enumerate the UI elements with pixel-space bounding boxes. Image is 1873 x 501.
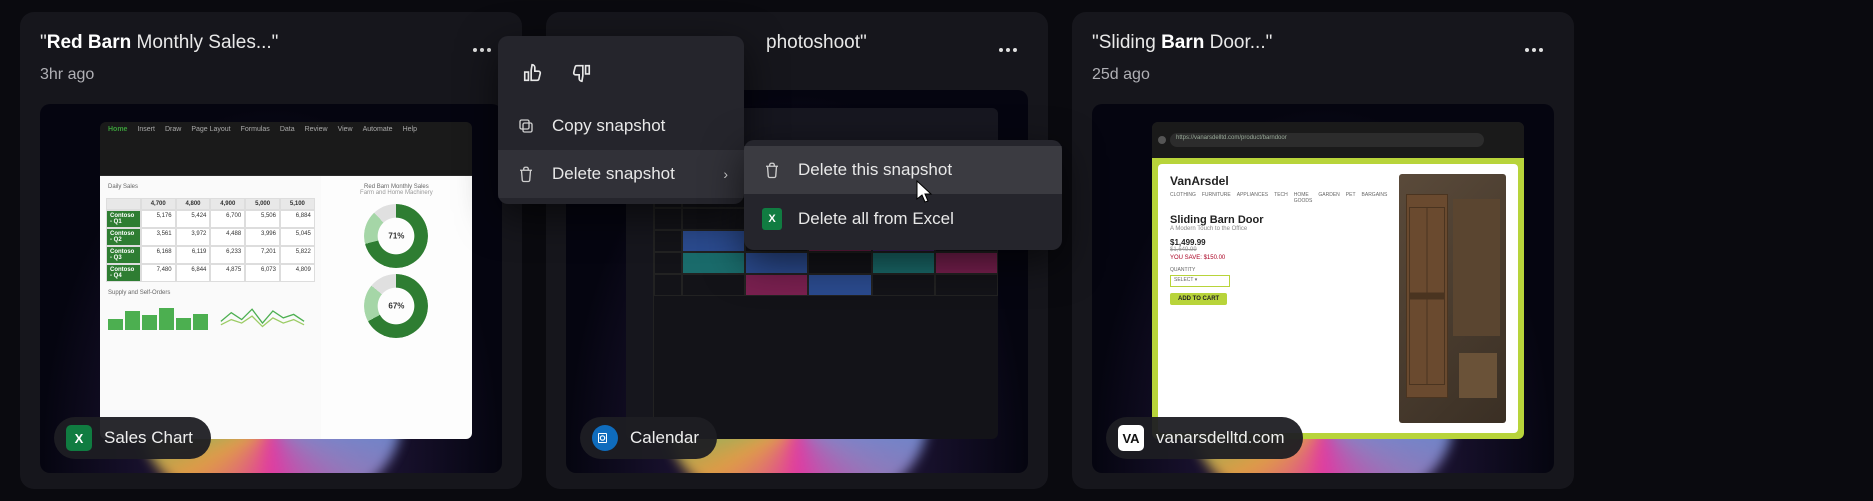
add-to-cart: ADD TO CART [1170,293,1227,305]
title-block: "Red Barn Monthly Sales..." 3hr ago [40,30,278,84]
more-icon [999,48,1017,52]
menu-label: Copy snapshot [552,116,665,136]
thumbs-down-button[interactable] [564,56,598,90]
card-title: "Red Barn Monthly Sales..." [40,30,278,56]
excel-window-mock: HomeInsertDrawPage LayoutFormulasDataRev… [100,122,472,439]
title-pre: " [40,32,47,53]
excel-icon: X [66,425,92,451]
save-badge: YOU SAVE: $150.00 [1170,255,1387,261]
menu-label: Delete all from Excel [798,209,954,229]
excel-ribbon: HomeInsertDrawPage LayoutFormulasDataRev… [100,122,472,176]
menu-item-copy-snapshot[interactable]: Copy snapshot [498,102,744,150]
submenu-item-delete-all-excel[interactable]: X Delete all from Excel [744,194,1062,244]
title-post: photoshoot" [766,32,867,53]
section-title: Daily Sales [106,182,315,192]
snapshot-thumbnail[interactable]: https://vanarsdelltd.com/product/barndoo… [1092,104,1554,473]
excel-table: 4,7004,8004,9005,0005,100 Contoso - Q15,… [106,198,315,282]
menu-label: Delete snapshot [552,164,675,184]
outlook-icon [592,425,618,451]
section-title: Supply and Self-Orders [106,288,315,298]
copy-icon [516,117,536,135]
sparkline [214,304,314,330]
thumbs-down-icon [570,62,592,84]
price-old: $1,649.99 [1170,247,1387,253]
snapshot-card[interactable]: "Red Barn Monthly Sales..." 3hr ago Home… [20,12,522,489]
thumbs-up-button[interactable] [516,56,550,90]
qty-select: SELECT ▾ [1170,275,1230,287]
submenu-delete: Delete this snapshot X Delete all from E… [744,140,1062,250]
menu-label: Delete this snapshot [798,160,952,180]
title-match: Barn [1161,32,1204,53]
more-icon [473,48,491,52]
url-bar: https://vanarsdelltd.com/product/barndoo… [1170,133,1484,147]
chip-label: Sales Chart [104,428,193,448]
snapshot-thumbnail[interactable]: HomeInsertDrawPage LayoutFormulasDataRev… [40,104,502,473]
product-image [1399,174,1506,423]
browser-window-mock: https://vanarsdelltd.com/product/barndoo… [1152,122,1524,439]
excel-tabs: HomeInsertDrawPage LayoutFormulasDataRev… [100,122,472,138]
more-options-button[interactable] [1514,30,1554,70]
card-header: "Red Barn Monthly Sales..." 3hr ago [40,30,502,84]
donut-chart: 67% [364,274,428,338]
title-pre: "Sliding [1092,32,1161,53]
qty-label: QUANTITY [1170,267,1387,273]
more-options-button[interactable] [988,30,1028,70]
source-chip[interactable]: X Sales Chart [54,417,211,459]
context-menu: Copy snapshot Delete snapshot › [498,36,744,204]
title-post: Door..." [1204,32,1272,53]
timestamp: 3hr ago [40,66,278,84]
thumbs-up-icon [522,62,544,84]
donut-chart: 71% [364,204,428,268]
chevron-right-icon: › [723,166,728,182]
title-match: Red Barn [47,32,131,53]
product-subtitle: A Modern Touch to the Office [1170,226,1387,232]
submenu-item-delete-this[interactable]: Delete this snapshot [744,146,1062,194]
source-chip[interactable]: VA vanarsdelltd.com [1106,417,1303,459]
site-nav: CLOTHINGFURNITUREAPPLIANCESTECHHOME GOOD… [1170,192,1387,204]
card-title: "Sliding Barn Door..." [1092,30,1272,56]
snapshot-card[interactable]: "Sliding Barn Door..." 25d ago https://v… [1072,12,1574,489]
feedback-row [498,42,744,102]
timestamp: 25d ago [1092,66,1272,84]
trash-icon [516,164,536,184]
title-post: Monthly Sales..." [131,32,278,53]
chip-label: vanarsdelltd.com [1156,428,1285,448]
trash-icon [762,160,782,180]
more-options-button[interactable] [462,30,502,70]
card-header: "Sliding Barn Door..." 25d ago [1092,30,1554,84]
menu-item-delete-snapshot[interactable]: Delete snapshot › [498,150,744,198]
site-icon: VA [1118,425,1144,451]
more-icon [1525,48,1543,52]
excel-icon: X [762,208,782,230]
title-block: "Sliding Barn Door..." 25d ago [1092,30,1272,84]
brand-logo: VanArsdel [1170,174,1387,188]
section-title: Red Barn Monthly Sales Farm and Home Mac… [327,182,466,198]
chip-label: Calendar [630,428,699,448]
source-chip[interactable]: Calendar [580,417,717,459]
price: $1,499.99 [1170,238,1387,247]
product-title: Sliding Barn Door [1170,214,1387,226]
